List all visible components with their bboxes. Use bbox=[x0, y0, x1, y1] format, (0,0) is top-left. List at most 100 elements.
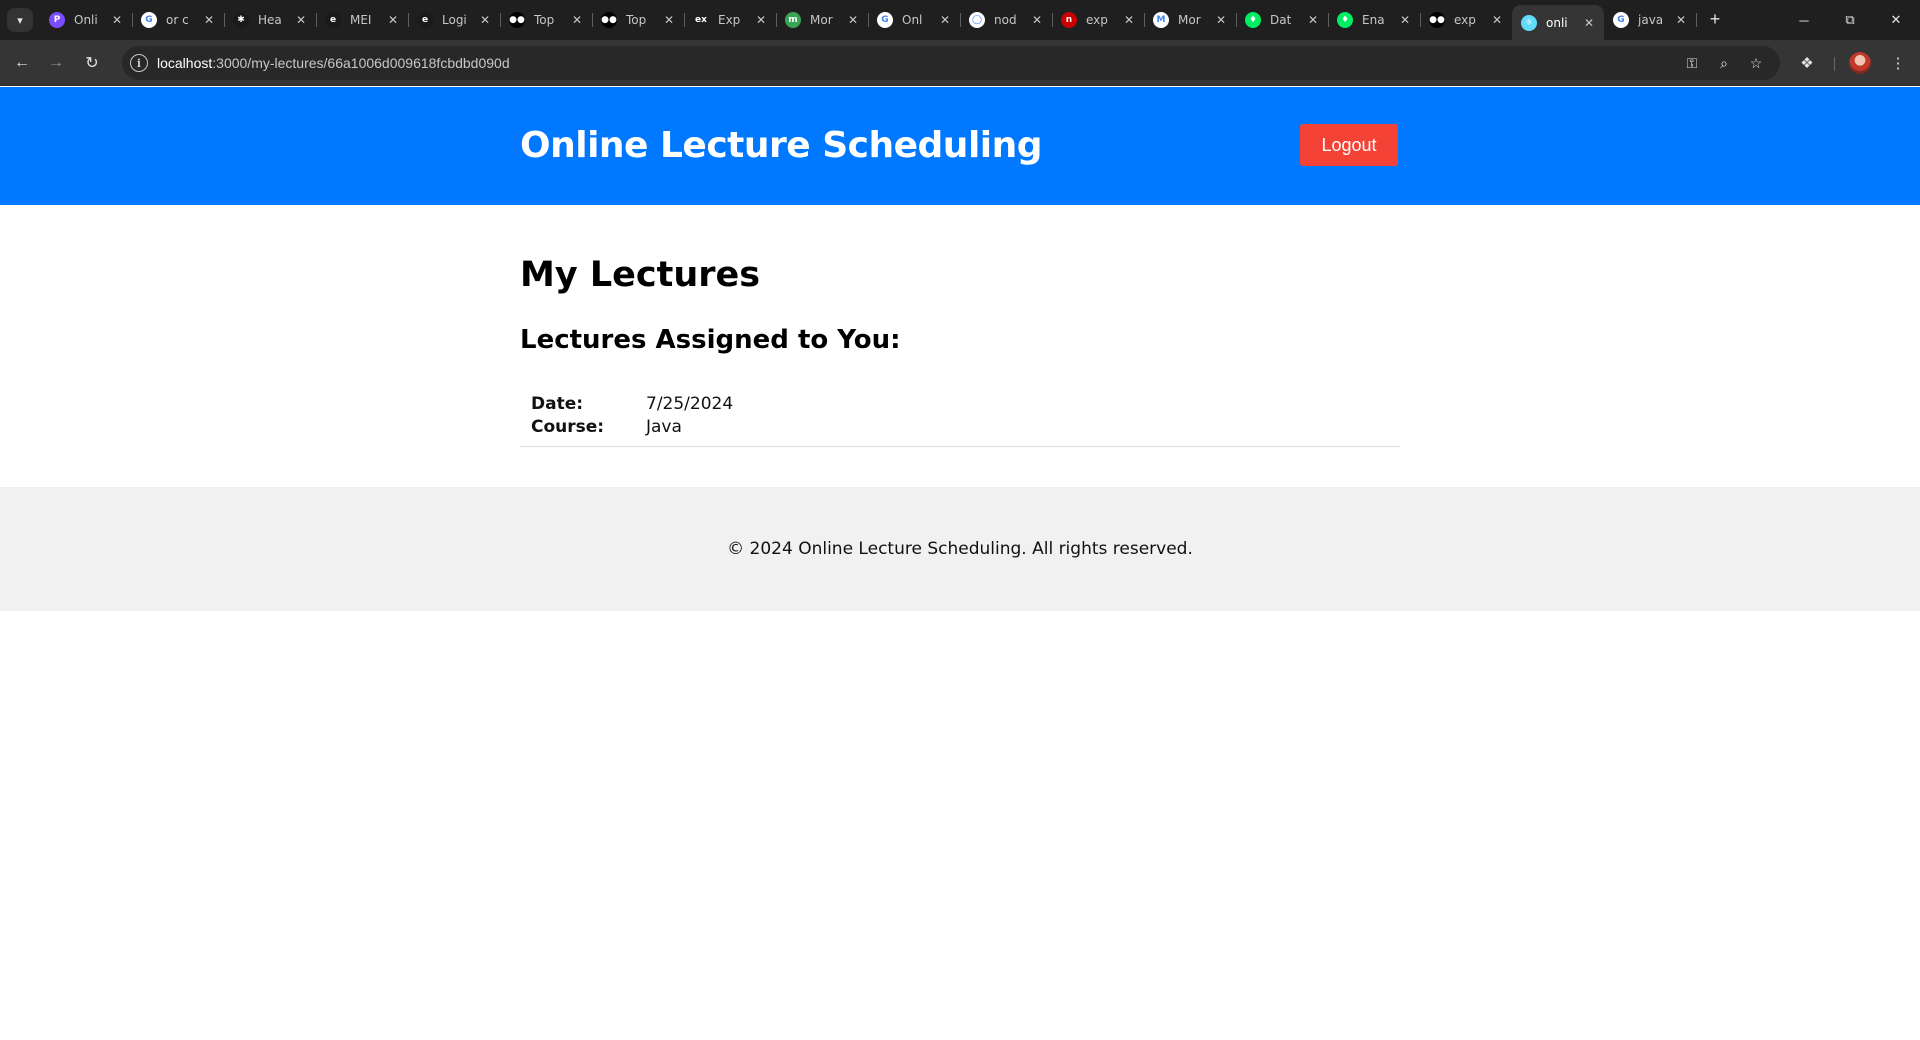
browser-tab[interactable]: Gor c ✕ bbox=[132, 5, 225, 35]
page-viewport: Online Lecture Scheduling Logout My Lect… bbox=[0, 87, 1920, 1040]
restore-icon[interactable]: ⧉ bbox=[1827, 0, 1873, 40]
tab-title: MEI bbox=[350, 13, 372, 27]
tab-title: Dat bbox=[1270, 13, 1292, 27]
password-key-icon[interactable]: ⚿ bbox=[1682, 54, 1702, 72]
tab-title: or c bbox=[166, 13, 189, 27]
tab-favicon-icon: ex bbox=[693, 12, 709, 28]
browser-tab-strip: ▾ P Onli ✕ Gor c ✕ ✱ Hea ✕ e MEI ✕ e Logi ✕ ●● Top ✕ ●● To… bbox=[0, 0, 1920, 40]
reload-icon[interactable]: ↻ bbox=[80, 51, 104, 75]
menu-kebab-icon[interactable]: ⋮ bbox=[1887, 52, 1909, 74]
tab-title: Exp bbox=[718, 13, 741, 27]
tab-close-icon[interactable]: ✕ bbox=[1032, 13, 1042, 27]
tab-title: Logi bbox=[442, 13, 466, 27]
browser-tab[interactable]: ♦ Ena ✕ bbox=[1328, 5, 1421, 35]
tab-title: Onli bbox=[74, 13, 98, 27]
browser-tab[interactable]: e Logi ✕ bbox=[408, 5, 501, 35]
tab-title: Onl bbox=[902, 13, 923, 27]
tab-close-icon[interactable]: ✕ bbox=[388, 13, 398, 27]
browser-tab[interactable]: m Mor ✕ bbox=[776, 5, 869, 35]
section-heading: Lectures Assigned to You: bbox=[520, 325, 901, 355]
logout-button[interactable]: Logout bbox=[1300, 124, 1398, 166]
extensions-icon[interactable]: ❖ bbox=[1796, 52, 1818, 74]
lecture-list-item: Date: 7/25/2024 Course: Java bbox=[520, 388, 1400, 447]
lecture-course-row: Course: Java bbox=[531, 417, 682, 439]
tab-favicon-icon: e bbox=[325, 12, 341, 28]
tab-close-icon[interactable]: ✕ bbox=[1216, 13, 1226, 27]
tab-close-icon[interactable]: ✕ bbox=[480, 13, 490, 27]
browser-tab[interactable]: ex Exp ✕ bbox=[684, 5, 777, 35]
minimize-icon[interactable]: ─ bbox=[1781, 0, 1827, 40]
tab-favicon-icon: P bbox=[49, 12, 65, 28]
tab-title: exp bbox=[1086, 13, 1108, 27]
toolbar-divider bbox=[1834, 57, 1835, 71]
tab-title: Mor bbox=[810, 13, 833, 27]
tab-favicon-icon: n bbox=[1061, 12, 1077, 28]
tab-title: Ena bbox=[1362, 13, 1385, 27]
tab-close-icon[interactable]: ✕ bbox=[1124, 13, 1134, 27]
browser-tab[interactable]: M Mor ✕ bbox=[1144, 5, 1237, 35]
tab-favicon-icon: ♦ bbox=[1245, 12, 1261, 28]
tab-close-icon[interactable]: ✕ bbox=[848, 13, 858, 27]
page-title: My Lectures bbox=[520, 255, 761, 295]
browser-tab[interactable]: Gjava ✕ bbox=[1604, 5, 1697, 35]
browser-tab[interactable]: ◯ nod ✕ bbox=[960, 5, 1053, 35]
tab-close-icon[interactable]: ✕ bbox=[1400, 13, 1410, 27]
tab-favicon-icon: ◯ bbox=[969, 12, 985, 28]
tab-favicon-icon: ●● bbox=[509, 12, 525, 28]
browser-tab[interactable]: n exp ✕ bbox=[1052, 5, 1145, 35]
tab-close-icon[interactable]: ✕ bbox=[1492, 13, 1502, 27]
browser-tab[interactable]: ✱ Hea ✕ bbox=[224, 5, 317, 35]
tab-separator bbox=[1696, 13, 1697, 27]
tab-close-icon[interactable]: ✕ bbox=[664, 13, 674, 27]
tab-title: onli bbox=[1546, 15, 1568, 30]
browser-tab[interactable]: G Onl ✕ bbox=[868, 5, 961, 35]
browser-tab[interactable]: ⚛ onli ✕ bbox=[1512, 5, 1604, 40]
tab-title: nod bbox=[994, 13, 1017, 27]
tab-favicon-icon: ♦ bbox=[1337, 12, 1353, 28]
tab-close-icon[interactable]: ✕ bbox=[940, 13, 950, 27]
tab-favicon-icon: m bbox=[785, 12, 801, 28]
bookmark-star-icon[interactable]: ☆ bbox=[1746, 54, 1766, 72]
tab-title: java bbox=[1638, 13, 1662, 27]
lecture-date-value: 7/25/2024 bbox=[646, 394, 734, 414]
tab-title: Top bbox=[626, 13, 647, 27]
zoom-icon[interactable]: ⌕ bbox=[1714, 54, 1734, 72]
lecture-course-label: Course: bbox=[531, 417, 605, 437]
lecture-date-row: Date: 7/25/2024 bbox=[531, 394, 733, 416]
tab-close-icon[interactable]: ✕ bbox=[756, 13, 766, 27]
tab-search-icon[interactable]: ▾ bbox=[7, 8, 33, 32]
tab-favicon-icon: M bbox=[1153, 12, 1169, 28]
browser-tab[interactable]: ●● exp ✕ bbox=[1420, 5, 1512, 35]
lecture-course-value: Java bbox=[646, 417, 682, 437]
tab-favicon-icon: e bbox=[417, 12, 433, 28]
address-bar[interactable]: i localhost:3000/my-lectures/66a1006d009… bbox=[122, 46, 1780, 80]
browser-tab[interactable]: ●● Top ✕ bbox=[500, 5, 593, 35]
tab-favicon-icon: G bbox=[1613, 12, 1629, 28]
forward-icon[interactable]: → bbox=[44, 51, 68, 75]
tab-close-icon[interactable]: ✕ bbox=[204, 13, 214, 27]
tab-favicon-icon: G bbox=[141, 12, 157, 28]
tab-title: Mor bbox=[1178, 13, 1201, 27]
tab-title: Hea bbox=[258, 13, 282, 27]
tab-close-icon[interactable]: ✕ bbox=[296, 13, 306, 27]
tab-close-icon[interactable]: ✕ bbox=[112, 13, 122, 27]
url-text[interactable]: localhost:3000/my-lectures/66a1006d00961… bbox=[157, 55, 510, 71]
profile-avatar[interactable] bbox=[1849, 52, 1871, 74]
tab-close-icon[interactable]: ✕ bbox=[1676, 13, 1686, 27]
browser-tab[interactable]: ♦ Dat ✕ bbox=[1236, 5, 1329, 35]
close-window-icon[interactable]: ✕ bbox=[1873, 0, 1919, 40]
browser-tab[interactable]: ●● Top ✕ bbox=[592, 5, 685, 35]
tab-title: Top bbox=[534, 13, 555, 27]
site-info-icon[interactable]: i bbox=[130, 54, 148, 72]
tab-favicon-icon: ⚛ bbox=[1521, 14, 1537, 31]
tab-close-icon[interactable]: ✕ bbox=[572, 13, 582, 27]
tab-favicon-icon: ●● bbox=[601, 12, 617, 28]
browser-tab[interactable]: P Onli ✕ bbox=[40, 5, 133, 35]
site-footer: © 2024 Online Lecture Scheduling. All ri… bbox=[0, 487, 1920, 611]
new-tab-icon[interactable]: + bbox=[1704, 8, 1726, 30]
tab-close-icon[interactable]: ✕ bbox=[1308, 13, 1318, 27]
browser-tab[interactable]: e MEI ✕ bbox=[316, 5, 409, 35]
footer-copyright: © 2024 Online Lecture Scheduling. All ri… bbox=[727, 539, 1193, 559]
back-icon[interactable]: ← bbox=[10, 51, 34, 75]
tab-close-icon[interactable]: ✕ bbox=[1584, 16, 1594, 30]
